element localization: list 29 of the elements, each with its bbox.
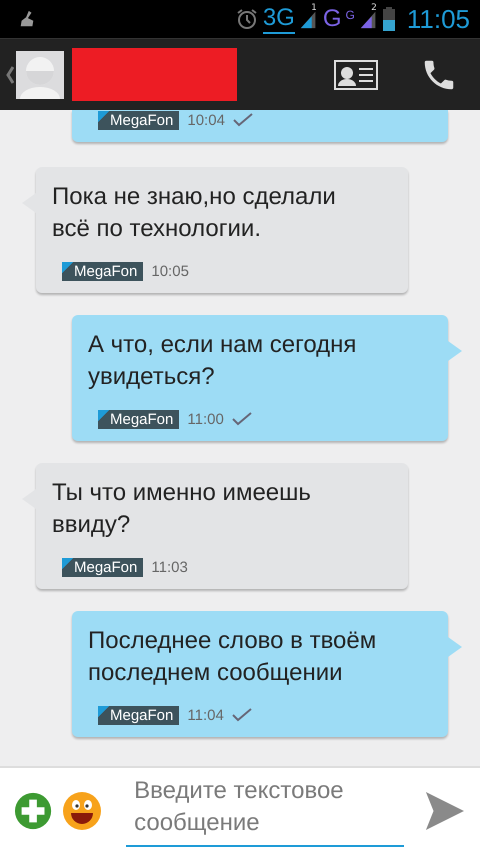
operator-label: MegaFon [98, 410, 180, 428]
network-type: 3G [262, 4, 295, 34]
message-bubble[interactable]: MegaFon 10:04 [72, 110, 448, 142]
message-text: А что, если нам сегодня увидеться? [88, 330, 358, 392]
operator-label: MegaFon [62, 558, 144, 576]
smiley-icon[interactable] [62, 790, 102, 832]
message-time: 11:03 [151, 558, 188, 576]
message-text: Пока не знаю,но сделали всё по технологии. [52, 182, 337, 244]
add-icon[interactable] [14, 791, 52, 831]
message-time: 10:04 [187, 112, 225, 128]
send-icon[interactable] [424, 789, 466, 833]
battery-icon [382, 7, 395, 31]
network-type: G [346, 8, 355, 22]
alarm-icon [234, 7, 259, 31]
operator-label: MegaFon [62, 262, 144, 280]
clock-time: 11:05 [406, 4, 470, 34]
contact-card-icon[interactable] [334, 60, 378, 90]
message-time: 10:05 [151, 262, 189, 280]
message-text: Последнее слово в твоём последнем сообщении [88, 626, 378, 688]
network-type: G [322, 5, 342, 33]
broom-icon [18, 10, 36, 28]
operator-label: MegaFon [98, 110, 180, 130]
sim-number: 2 [371, 3, 377, 13]
message-text: Ты что именно имеешь ввиду? [52, 478, 312, 540]
back-icon[interactable] [6, 66, 14, 84]
operator-label: MegaFon [98, 706, 180, 724]
sim-number: 1 [311, 3, 317, 13]
message-time: 11:00 [187, 410, 224, 428]
message-time: 11:04 [187, 706, 224, 724]
